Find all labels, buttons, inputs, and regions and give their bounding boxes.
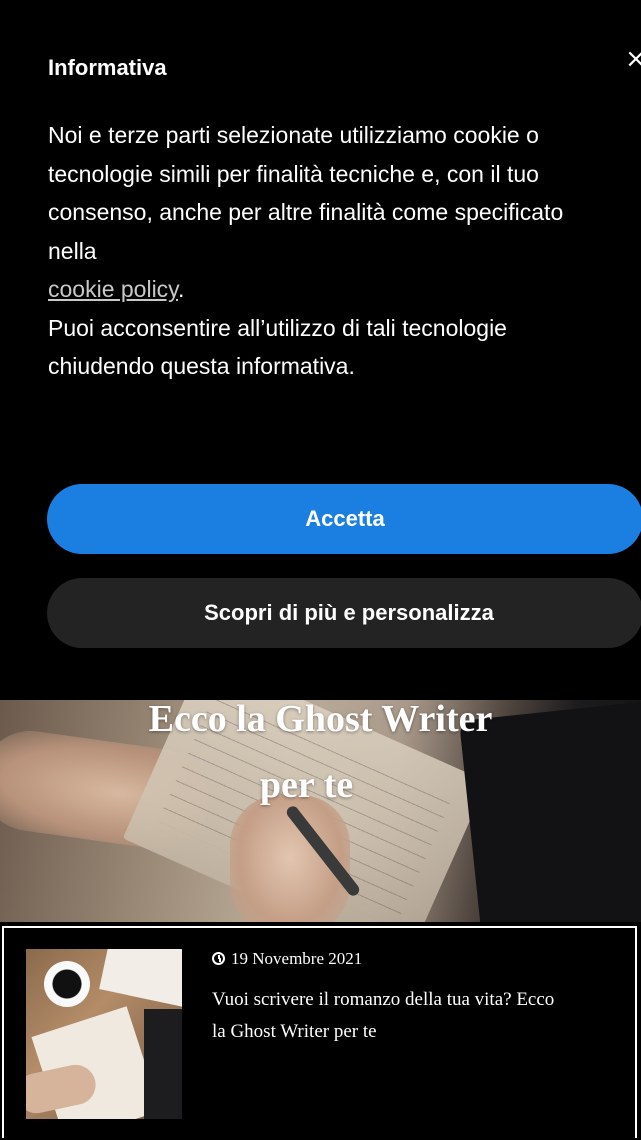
- learn-more-button[interactable]: Scopri di più e personalizza: [47, 578, 641, 648]
- post-title-link[interactable]: Vuoi scrivere il romanzo della tua vita?…: [212, 984, 572, 1048]
- post-date-text: 19 Novembre 2021: [231, 949, 363, 968]
- post-date: 19 Novembre 2021: [212, 947, 362, 971]
- thumbnail-paper: [99, 949, 182, 1008]
- page: Ecco la Ghost Writer per te 19 Novembre …: [0, 0, 641, 1140]
- post-thumbnail[interactable]: [26, 949, 182, 1119]
- hero-title-line2[interactable]: per te: [0, 752, 627, 818]
- learn-more-label: Scopri di più e personalizza: [204, 600, 494, 625]
- cookie-text-part1: Noi e terze parti selezionate utilizziam…: [48, 122, 564, 264]
- hero-banner: Ecco la Ghost Writer per te: [0, 700, 641, 922]
- cookie-text-part2: .: [177, 276, 185, 302]
- cookie-banner-title: Informativa: [48, 55, 167, 80]
- cookie-policy-link[interactable]: cookie policy: [48, 276, 178, 302]
- hero-title[interactable]: Ecco la Ghost Writer per te: [0, 700, 641, 832]
- close-icon[interactable]: ×: [625, 44, 641, 74]
- thumbnail-tablet: [144, 1009, 182, 1119]
- thumbnail-coffee-cup: [44, 961, 90, 1007]
- cookie-banner-text: Noi e terze parti selezionate utilizziam…: [48, 116, 608, 386]
- hero-title-line1[interactable]: Ecco la Ghost Writer: [0, 700, 641, 752]
- clock-icon: [212, 952, 225, 965]
- cookie-text-part3: Puoi acconsentire all’utilizzo di tali t…: [48, 314, 507, 380]
- accept-button[interactable]: Accetta: [47, 484, 641, 554]
- post-card[interactable]: 19 Novembre 2021 Vuoi scrivere il romanz…: [2, 926, 637, 1138]
- cookie-banner: Informativa × Noi e terze parti selezion…: [0, 0, 641, 700]
